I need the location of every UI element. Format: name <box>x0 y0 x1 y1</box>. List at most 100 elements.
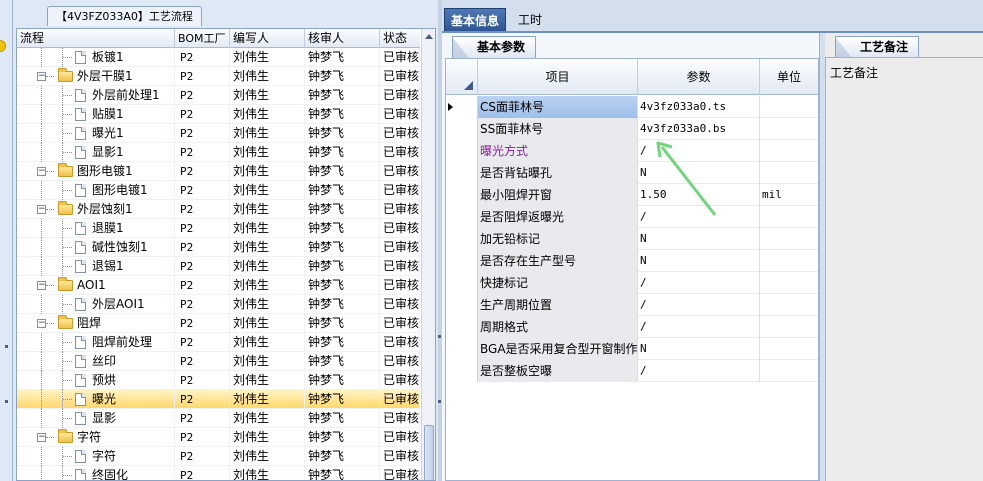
param-row[interactable]: 周期格式 / <box>446 316 818 338</box>
param-unit-cell[interactable] <box>760 250 818 272</box>
bom-factory-cell[interactable]: P2 <box>175 352 230 371</box>
tree-row[interactable]: 外层前处理1 P2 刘伟生 钟梦飞 已审核 <box>17 86 420 105</box>
status-cell[interactable]: 已审核 <box>380 48 420 67</box>
reviewer-cell[interactable]: 钟梦飞 <box>305 86 380 105</box>
writer-cell[interactable]: 刘伟生 <box>230 276 305 295</box>
tree-node-cell[interactable]: 显影 <box>17 409 175 428</box>
writer-cell[interactable]: 刘伟生 <box>230 67 305 86</box>
param-name-cell[interactable]: 是否整板空曝 <box>478 360 638 382</box>
collapse-toggle-icon[interactable]: − <box>37 281 46 290</box>
status-cell[interactable]: 已审核 <box>380 428 420 447</box>
reviewer-cell[interactable]: 钟梦飞 <box>305 352 380 371</box>
param-unit-cell[interactable] <box>760 360 818 382</box>
param-row[interactable]: 加无铅标记 N <box>446 228 818 250</box>
column-header-flow[interactable]: 流程 <box>17 29 175 48</box>
tree-node-cell[interactable]: 显影1 <box>17 143 175 162</box>
param-name-cell[interactable]: 曝光方式 <box>478 140 638 162</box>
status-cell[interactable]: 已审核 <box>380 238 420 257</box>
param-row[interactable]: 生产周期位置 / <box>446 294 818 316</box>
param-unit-cell[interactable] <box>760 294 818 316</box>
tree-node-cell[interactable]: − 外层干膜1 <box>17 67 175 86</box>
process-flow-tab[interactable]: 【4V3FZ033A0】工艺流程 <box>47 6 202 26</box>
bom-factory-cell[interactable]: P2 <box>175 105 230 124</box>
tree-row[interactable]: 退锡1 P2 刘伟生 钟梦飞 已审核 <box>17 257 420 276</box>
param-name-cell[interactable]: SS面菲林号 <box>478 118 638 140</box>
param-name-cell[interactable]: 生产周期位置 <box>478 294 638 316</box>
param-row[interactable]: BGA是否采用复合型开窗制作 N <box>446 338 818 360</box>
status-cell[interactable]: 已审核 <box>380 390 420 409</box>
writer-cell[interactable]: 刘伟生 <box>230 314 305 333</box>
param-value-cell[interactable]: / <box>638 206 760 228</box>
tree-node-cell[interactable]: 外层AOI1 <box>17 295 175 314</box>
scrollbar-thumb[interactable] <box>424 425 434 480</box>
status-cell[interactable]: 已审核 <box>380 447 420 466</box>
param-name-cell[interactable]: 最小阻焊开窗 <box>478 184 638 206</box>
reviewer-cell[interactable]: 钟梦飞 <box>305 295 380 314</box>
tree-row[interactable]: 曝光1 P2 刘伟生 钟梦飞 已审核 <box>17 124 420 143</box>
status-cell[interactable]: 已审核 <box>380 352 420 371</box>
status-cell[interactable]: 已审核 <box>380 143 420 162</box>
status-cell[interactable]: 已审核 <box>380 200 420 219</box>
tree-node-cell[interactable]: 预烘 <box>17 371 175 390</box>
column-header-reviewer[interactable]: 核审人 <box>305 29 380 48</box>
bom-factory-cell[interactable]: P2 <box>175 257 230 276</box>
collapse-toggle-icon[interactable]: − <box>37 205 46 214</box>
row-header[interactable] <box>446 316 478 338</box>
reviewer-cell[interactable]: 钟梦飞 <box>305 428 380 447</box>
reviewer-cell[interactable]: 钟梦飞 <box>305 238 380 257</box>
tree-row[interactable]: 曝光 P2 刘伟生 钟梦飞 已审核 <box>17 390 420 409</box>
tree-row[interactable]: 预烘 P2 刘伟生 钟梦飞 已审核 <box>17 371 420 390</box>
tree-node-cell[interactable]: 曝光1 <box>17 124 175 143</box>
param-value-cell[interactable]: / <box>638 360 760 382</box>
param-unit-cell[interactable] <box>760 228 818 250</box>
bom-factory-cell[interactable]: P2 <box>175 371 230 390</box>
param-value-cell[interactable]: 4v3fz033a0.ts <box>638 96 760 118</box>
param-row[interactable]: SS面菲林号 4v3fz033a0.bs <box>446 118 818 140</box>
column-header-unit[interactable]: 单位 <box>760 59 818 95</box>
tree-row[interactable]: 丝印 P2 刘伟生 钟梦飞 已审核 <box>17 352 420 371</box>
column-header-status[interactable]: 状态 <box>380 29 420 48</box>
tree-group-row[interactable]: − 字符 P2 刘伟生 钟梦飞 已审核 <box>17 428 420 447</box>
tree-row[interactable]: 显影1 P2 刘伟生 钟梦飞 已审核 <box>17 143 420 162</box>
reviewer-cell[interactable]: 钟梦飞 <box>305 143 380 162</box>
bom-factory-cell[interactable]: P2 <box>175 162 230 181</box>
tree-row[interactable]: 贴膜1 P2 刘伟生 钟梦飞 已审核 <box>17 105 420 124</box>
bom-factory-cell[interactable]: P2 <box>175 219 230 238</box>
row-header[interactable] <box>446 206 478 228</box>
reviewer-cell[interactable]: 钟梦飞 <box>305 181 380 200</box>
reviewer-cell[interactable]: 钟梦飞 <box>305 124 380 143</box>
row-header[interactable] <box>446 294 478 316</box>
param-name-cell[interactable]: 是否背钻曝孔 <box>478 162 638 184</box>
param-unit-cell[interactable]: mil <box>760 184 818 206</box>
bom-factory-cell[interactable]: P2 <box>175 238 230 257</box>
row-header[interactable] <box>446 360 478 382</box>
param-value-cell[interactable]: N <box>638 228 760 250</box>
param-unit-cell[interactable] <box>760 272 818 294</box>
bom-factory-cell[interactable]: P2 <box>175 447 230 466</box>
status-cell[interactable]: 已审核 <box>380 67 420 86</box>
param-row[interactable]: 最小阻焊开窗 1.50 mil <box>446 184 818 206</box>
param-name-cell[interactable]: CS面菲林号 <box>478 96 638 118</box>
writer-cell[interactable]: 刘伟生 <box>230 371 305 390</box>
bom-factory-cell[interactable]: P2 <box>175 200 230 219</box>
tree-node-cell[interactable]: 图形电镀1 <box>17 181 175 200</box>
column-header-param[interactable]: 参数 <box>638 59 760 95</box>
writer-cell[interactable]: 刘伟生 <box>230 352 305 371</box>
param-row[interactable]: 是否背钻曝孔 N <box>446 162 818 184</box>
bom-factory-cell[interactable]: P2 <box>175 124 230 143</box>
row-header[interactable] <box>446 184 478 206</box>
splitter-grip-icon[interactable] <box>5 400 8 403</box>
writer-cell[interactable]: 刘伟生 <box>230 86 305 105</box>
param-name-cell[interactable]: 是否阻焊返曝光 <box>478 206 638 228</box>
tree-group-row[interactable]: − 阻焊 P2 刘伟生 钟梦飞 已审核 <box>17 314 420 333</box>
status-cell[interactable]: 已审核 <box>380 466 420 480</box>
param-name-cell[interactable]: BGA是否采用复合型开窗制作 <box>478 338 638 360</box>
tab-process-note[interactable]: 工艺备注 <box>835 36 920 58</box>
writer-cell[interactable]: 刘伟生 <box>230 238 305 257</box>
tree-node-cell[interactable]: 退锡1 <box>17 257 175 276</box>
writer-cell[interactable]: 刘伟生 <box>230 447 305 466</box>
tree-vertical-scrollbar[interactable] <box>421 29 435 480</box>
bom-factory-cell[interactable]: P2 <box>175 333 230 352</box>
param-unit-cell[interactable] <box>760 338 818 360</box>
writer-cell[interactable]: 刘伟生 <box>230 124 305 143</box>
